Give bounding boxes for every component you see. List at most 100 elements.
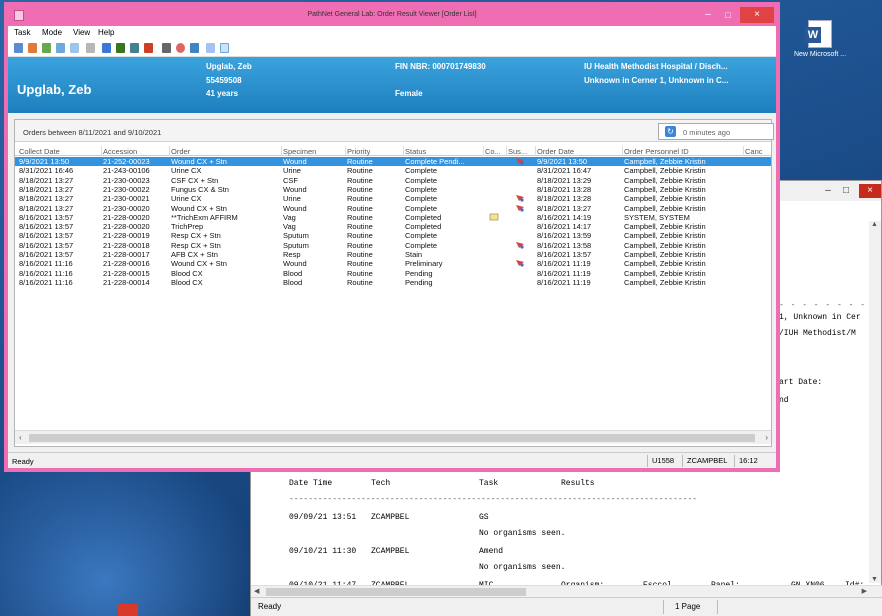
menu-view[interactable]: View bbox=[73, 28, 90, 37]
column-header[interactable]: Order Personnel ID bbox=[624, 147, 742, 156]
cell-collect: 8/16/2021 13:57 bbox=[19, 212, 74, 222]
scrollbar-thumb[interactable] bbox=[266, 588, 526, 596]
cell-priority: Routine bbox=[347, 175, 373, 185]
cell-status: Completed bbox=[405, 212, 442, 222]
table-row[interactable]: 8/16/2021 11:16 21-228-00015 Blood CX Blood… bbox=[15, 269, 771, 278]
column-header[interactable]: Collect Date bbox=[19, 147, 101, 156]
table-row-selected[interactable]: 9/9/2021 13:50 21-252-00023 Wound CX + Stn… bbox=[15, 157, 771, 166]
column-header[interactable]: Order Date bbox=[537, 147, 622, 156]
column-header[interactable]: Accession bbox=[103, 147, 169, 156]
maximize-button[interactable]: □ bbox=[720, 9, 736, 21]
column-divider[interactable] bbox=[169, 146, 170, 156]
menu-task[interactable]: Task bbox=[14, 28, 30, 37]
search-icon[interactable] bbox=[14, 43, 23, 53]
desktop-icon-word-document[interactable]: W New Microsoft ... bbox=[785, 20, 855, 58]
refresh-button[interactable]: ↻ 0 minutes ago bbox=[658, 123, 774, 140]
scroll-up-icon[interactable]: ▲ bbox=[871, 221, 878, 228]
column-divider[interactable] bbox=[622, 146, 623, 156]
refresh-icon[interactable] bbox=[42, 43, 51, 53]
table-row[interactable]: 8/16/2021 13:57 21-228-00017 AFB CX + Stn R… bbox=[15, 250, 771, 259]
scroll-right-icon[interactable]: › bbox=[765, 433, 768, 442]
table-row[interactable]: 8/16/2021 13:57 21-228-00018 Resp CX + Stn… bbox=[15, 241, 771, 250]
doc-close-button[interactable]: × bbox=[859, 184, 881, 198]
table-row[interactable]: 8/18/2021 13:27 21-230-00021 Urine CX Urine… bbox=[15, 194, 771, 203]
scrollbar-thumb[interactable] bbox=[29, 434, 755, 442]
document-icon[interactable] bbox=[162, 43, 171, 53]
grid-icon[interactable] bbox=[102, 43, 111, 53]
doc-maximize-button[interactable]: □ bbox=[833, 184, 859, 198]
cell-order: Wound CX + Stn bbox=[171, 203, 227, 213]
scroll-right-icon[interactable]: ▶ bbox=[862, 587, 867, 595]
columns-icon[interactable] bbox=[220, 43, 229, 53]
column-divider[interactable] bbox=[506, 146, 507, 156]
window-titlebar[interactable]: PathNet General Lab: Order Result Viewer… bbox=[8, 6, 776, 26]
result-tech: ZCAMPBEL bbox=[371, 547, 410, 556]
copy-icon[interactable] bbox=[86, 43, 95, 53]
column-divider[interactable] bbox=[403, 146, 404, 156]
menu-help[interactable]: Help bbox=[98, 28, 114, 37]
scroll-left-icon[interactable]: ◀ bbox=[254, 587, 259, 595]
column-header[interactable]: Canc bbox=[745, 147, 769, 156]
susceptibility-icon[interactable] bbox=[515, 157, 525, 165]
cell-priority: Routine bbox=[347, 157, 373, 166]
pdf-icon[interactable] bbox=[118, 604, 138, 616]
table-row[interactable]: 8/16/2021 13:57 21-228-00019 Resp CX + Stn… bbox=[15, 231, 771, 240]
column-header[interactable]: Status bbox=[405, 147, 483, 156]
table-row[interactable]: 8/31/2021 16:46 21-243-00106 Urine CX Urine… bbox=[15, 166, 771, 175]
layout-icon[interactable] bbox=[206, 43, 215, 53]
table-row[interactable]: 8/18/2021 13:27 21-230-00022 Fungus CX & S… bbox=[15, 185, 771, 194]
close-button[interactable]: × bbox=[740, 7, 774, 23]
column-divider[interactable] bbox=[483, 146, 484, 156]
cell-collect: 8/31/2021 16:46 bbox=[19, 166, 74, 176]
column-divider[interactable] bbox=[345, 146, 346, 156]
susceptibility-icon[interactable] bbox=[515, 241, 525, 249]
cell-order-date: 8/16/2021 11:19 bbox=[537, 268, 591, 278]
table-row[interactable]: 8/18/2021 13:27 21-230-00023 CSF CX + Stn C… bbox=[15, 176, 771, 185]
column-header[interactable]: Sus... bbox=[508, 147, 535, 156]
table-horizontal-scrollbar[interactable]: ‹ › bbox=[15, 430, 771, 444]
cell-personnel: Campbell, Zebbie Kristin bbox=[624, 259, 706, 269]
status-user-id: U1558 bbox=[647, 455, 674, 467]
stop-icon[interactable] bbox=[176, 43, 185, 53]
table-row[interactable]: 8/16/2021 13:57 21-228-00020 **TrichExm AF… bbox=[15, 213, 771, 222]
column-header[interactable]: Specimen bbox=[283, 147, 345, 156]
menu-mode[interactable]: Mode bbox=[42, 28, 62, 37]
cell-order-date: 8/16/2021 11:19 bbox=[537, 277, 591, 287]
table-row[interactable]: 8/16/2021 11:16 21-228-00014 Blood CX Blood… bbox=[15, 278, 771, 287]
column-divider[interactable] bbox=[101, 146, 102, 156]
cell-order-date: 8/18/2021 13:27 bbox=[537, 203, 592, 213]
doc-vertical-scrollbar[interactable]: ▲ ▼ bbox=[869, 221, 881, 583]
link-icon[interactable] bbox=[144, 43, 153, 53]
cell-order: Resp CX + Stn bbox=[171, 231, 221, 241]
cell-accession: 21-230-00020 bbox=[103, 203, 150, 213]
table-row[interactable]: 8/18/2021 13:27 21-230-00020 Wound CX + St… bbox=[15, 204, 771, 213]
cell-personnel: Campbell, Zebbie Kristin bbox=[624, 194, 706, 204]
cell-personnel: Campbell, Zebbie Kristin bbox=[624, 231, 706, 241]
open-icon[interactable] bbox=[28, 43, 37, 53]
comment-icon[interactable] bbox=[489, 213, 499, 221]
table-row[interactable]: 8/16/2021 11:16 21-228-00016 Wound CX + St… bbox=[15, 259, 771, 268]
column-divider[interactable] bbox=[281, 146, 282, 156]
susceptibility-icon[interactable] bbox=[515, 204, 525, 212]
cell-order: CSF CX + Stn bbox=[171, 175, 219, 185]
table-row[interactable]: 8/16/2021 13:57 21-228-00020 TrichPrep Vag R… bbox=[15, 222, 771, 231]
chart-icon[interactable] bbox=[116, 43, 125, 53]
column-divider[interactable] bbox=[535, 146, 536, 156]
column-header[interactable]: Co... bbox=[485, 147, 507, 156]
export-icon[interactable] bbox=[70, 43, 79, 53]
cell-personnel: Campbell, Zebbie Kristin bbox=[624, 166, 706, 176]
cell-specimen: CSF bbox=[283, 175, 298, 185]
doc-horizontal-scrollbar[interactable]: ◀ ▶ bbox=[251, 585, 882, 597]
patient-location: Unknown in Cerner 1, Unknown in C... bbox=[584, 76, 729, 85]
flowsheet-icon[interactable] bbox=[130, 43, 139, 53]
view-icon[interactable] bbox=[190, 43, 199, 53]
column-header[interactable]: Order bbox=[171, 147, 281, 156]
column-header[interactable]: Priority bbox=[347, 147, 403, 156]
print-icon[interactable] bbox=[56, 43, 65, 53]
minimize-button[interactable]: – bbox=[700, 9, 716, 21]
susceptibility-icon[interactable] bbox=[515, 194, 525, 202]
susceptibility-icon[interactable] bbox=[515, 259, 525, 267]
scroll-left-icon[interactable]: ‹ bbox=[19, 433, 22, 442]
scroll-down-icon[interactable]: ▼ bbox=[871, 576, 878, 583]
column-divider[interactable] bbox=[743, 146, 744, 156]
